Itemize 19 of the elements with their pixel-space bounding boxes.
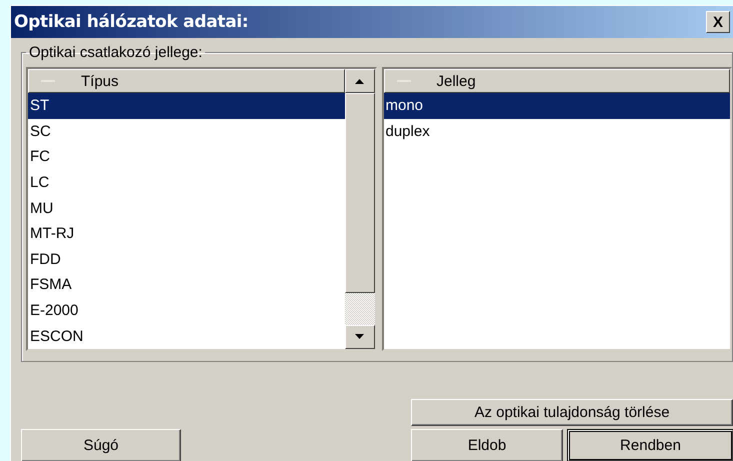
header-label: Jelleg (436, 72, 476, 90)
header-label: Típus (81, 72, 119, 90)
scroll-down-button[interactable] (344, 324, 374, 349)
scroll-thumb[interactable] (344, 93, 374, 293)
list-item[interactable]: ST (28, 93, 344, 119)
scrollbar[interactable] (344, 69, 374, 349)
close-button[interactable]: X (706, 11, 730, 33)
column-header[interactable]: Típus (28, 69, 344, 93)
cancel-button[interactable]: Eldob (411, 429, 563, 461)
down-arrow-icon (355, 334, 364, 340)
ok-button[interactable]: Rendben (568, 430, 733, 461)
list-item[interactable]: mono (384, 93, 730, 119)
scroll-up-button[interactable] (344, 69, 374, 93)
column-header[interactable]: Jelleg (384, 69, 730, 93)
delete-button[interactable]: Az optikai tulajdonság törlése (411, 399, 733, 426)
up-arrow-icon (355, 78, 364, 84)
window-title: Optikai hálózatok adatai: (14, 12, 248, 32)
help-button[interactable]: Súgó (21, 429, 181, 461)
group-label: Optikai csatlakozó jellege: (28, 44, 204, 61)
